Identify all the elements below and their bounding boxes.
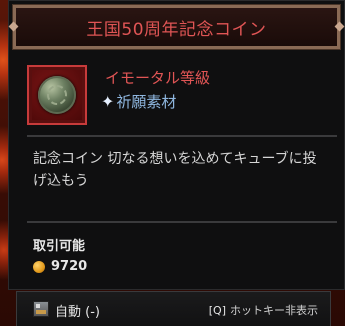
item-description: 記念コイン 切なる想いを込めてキューブに投げ込もう [33,151,317,189]
gold-coin-icon [33,260,45,273]
item-icon-frame [27,65,87,125]
divider-top [27,135,337,137]
item-category: ✦ 祈願素材 [101,91,176,112]
auto-toggle-icon[interactable] [33,301,49,317]
auto-toggle-label[interactable]: 自動 (-) [55,301,100,320]
item-price-value: 9720 [51,259,88,274]
hotkey-label: ホットキー非表示 [230,304,318,317]
commemorative-coin-icon [38,76,76,114]
footer-bar: 自動 (-) [Q] ホットキー非表示 [16,291,331,326]
item-icon-background [32,70,82,120]
item-title-bar: 王国50周年記念コイン [12,4,341,50]
item-grade: イモータル等級 [105,69,211,87]
hide-hotkey-button[interactable]: [Q] ホットキー非表示 [209,302,318,318]
hotkey-key: [Q] [208,304,226,317]
item-name: 王国50周年記念コイン [86,19,267,40]
item-category-label: 祈願素材 [116,93,177,111]
sparkle-icon: ✦ [101,91,115,111]
item-price: 9720 [33,259,87,274]
game-scene: 王国50周年記念コイン イモータル等級 ✦ 祈願素材 記念コイン 切なる想いを込… [0,0,345,326]
item-tooltip: 王国50周年記念コイン イモータル等級 ✦ 祈願素材 記念コイン 切なる想いを込… [8,0,345,290]
tradable-status: 取引可能 [33,239,86,254]
divider-bottom [27,221,337,223]
